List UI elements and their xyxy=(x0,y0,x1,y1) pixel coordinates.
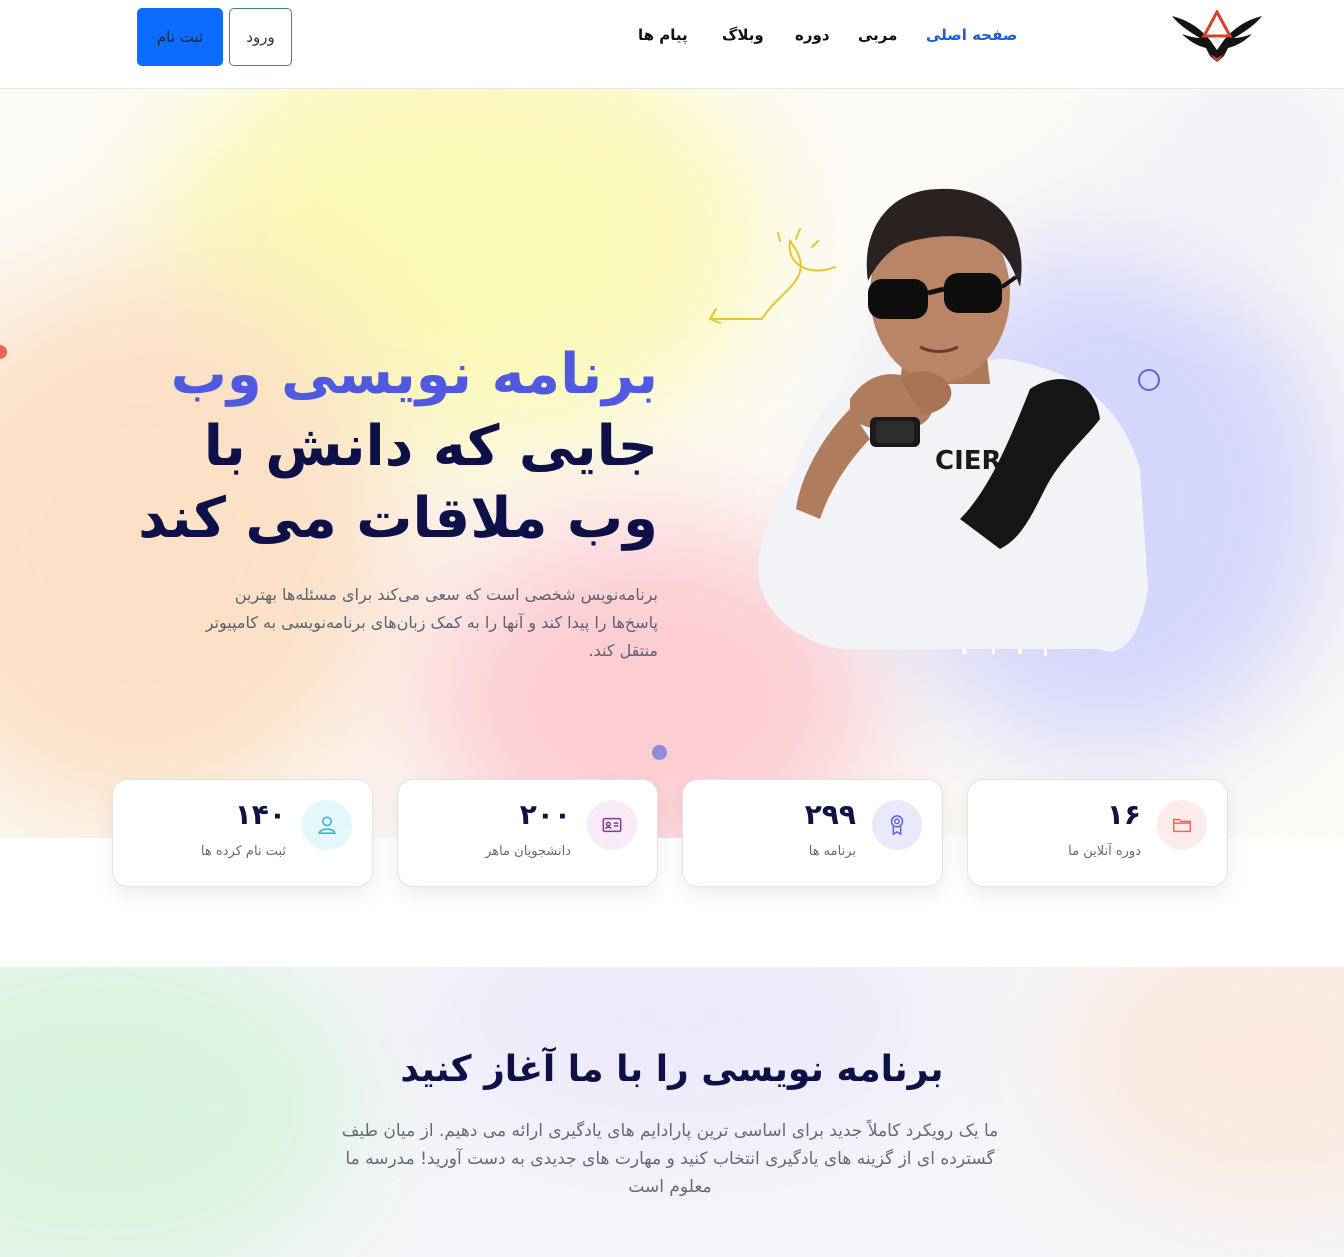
section-title: برنامه نویسی را با ما آغاز کنید xyxy=(400,1049,944,1090)
award-icon xyxy=(872,800,922,850)
hero-title: برنامه نویسی وب جایی که دانش با وب ملاقا… xyxy=(98,339,658,555)
nav-course[interactable]: دوره xyxy=(795,26,830,50)
stat-card-registered: ۱۴۰ ثبت نام کرده ها xyxy=(112,779,373,887)
stat-number: ۱۴۰ xyxy=(234,798,286,831)
hero-title-line: جایی که دانش با xyxy=(203,414,658,479)
nav-blog[interactable]: وبلاگ xyxy=(722,26,764,50)
login-button[interactable]: ورود xyxy=(229,8,292,66)
doodle-arrow-icon xyxy=(709,228,836,324)
decor-ring xyxy=(1138,369,1160,391)
signup-button[interactable]: ثبت نام xyxy=(137,8,223,66)
nav-messages[interactable]: پیام ها xyxy=(638,26,688,50)
hero-title-line: وب ملاقات می کند xyxy=(138,486,658,551)
hero-title-line: برنامه نویسی وب xyxy=(170,342,658,407)
eagle-logo-icon[interactable] xyxy=(1170,10,1264,64)
hero-section: برنامه نویسی وب جایی که دانش با وب ملاقا… xyxy=(0,89,1344,838)
site-header: صفحه اصلی مربی دوره وبلاگ پیام ها ورود ث… xyxy=(0,0,1344,89)
svg-text:CIER: CIER xyxy=(935,446,1002,476)
stat-number: ۱۶ xyxy=(1106,798,1141,831)
folder-icon xyxy=(1157,800,1207,850)
decor-dot xyxy=(652,745,667,760)
hero-portrait-image: CIER xyxy=(709,188,1148,656)
section-description: ما یک رویکرد کاملاً جدید برای اساسی ترین… xyxy=(341,1121,999,1197)
hero-description: برنامه‌نویس شخصی است که سعی می‌کند برای … xyxy=(205,585,658,660)
stat-number: ۲۰۰ xyxy=(519,798,571,831)
intro-section: برنامه نویسی را با ما آغاز کنید ما یک رو… xyxy=(0,967,1344,1257)
id-card-icon xyxy=(587,800,637,850)
stat-card-students: ۲۰۰ دانشجویان ماهر xyxy=(397,779,658,887)
watch-icon xyxy=(870,417,920,447)
user-icon xyxy=(302,800,352,850)
nav-home[interactable]: صفحه اصلی xyxy=(926,26,1017,50)
stat-label: دوره آنلاین ما xyxy=(1068,844,1141,859)
nav-mentor[interactable]: مربی xyxy=(858,26,897,50)
stat-card-programs: ۲۹۹ برنامه ها xyxy=(682,779,943,887)
section-bg-blob xyxy=(0,967,360,1257)
stat-card-courses: ۱۶ دوره آنلاین ما xyxy=(967,779,1228,887)
stat-number: ۲۹۹ xyxy=(804,798,856,831)
stat-label: دانشجویان ماهر xyxy=(485,844,571,859)
stat-label: برنامه ها xyxy=(808,844,856,859)
stat-label: ثبت نام کرده ها xyxy=(200,844,286,859)
